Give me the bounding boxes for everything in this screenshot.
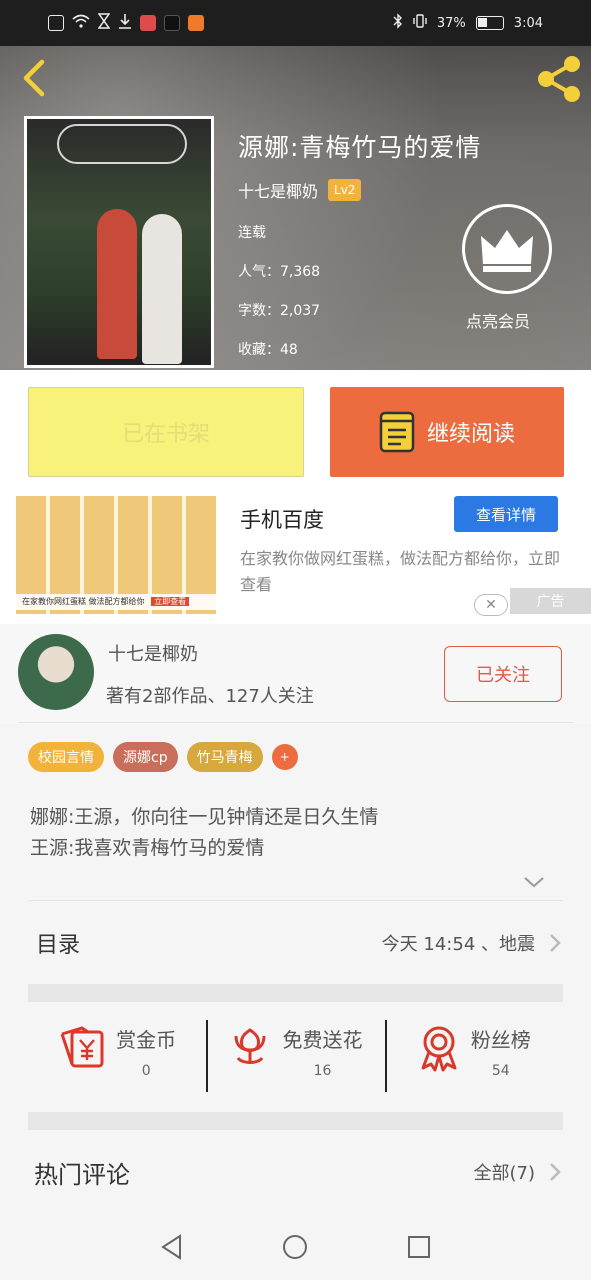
ad-close-button[interactable]: ✕	[474, 594, 508, 616]
ad-image-cta: 立即查看	[151, 597, 190, 606]
tiktok-app-icon	[164, 15, 180, 31]
in-shelf-button[interactable]: 已在书架	[28, 387, 304, 477]
recents-nav-icon[interactable]	[405, 1233, 433, 1261]
download-icon	[118, 13, 132, 33]
expand-synopsis-button[interactable]	[522, 872, 546, 892]
reward-coins-button[interactable]: 赏金币 0	[28, 1002, 206, 1112]
ad-title: 手机百度	[240, 508, 324, 532]
system-navigation-bar	[0, 1214, 591, 1280]
chevron-down-icon	[524, 877, 544, 888]
flower-icon	[234, 1028, 266, 1064]
ad-image-caption-text: 在家教你网红蛋糕 做法配方都给你	[22, 597, 145, 606]
book-title: 源娜:青梅竹马的爱情	[238, 133, 482, 162]
author-card-stats: 著有2部作品、127人关注	[106, 686, 314, 707]
battery-percent: 37%	[436, 15, 466, 31]
bluetooth-icon	[393, 13, 403, 33]
status-bar: 37% 3:04	[0, 0, 591, 46]
vip-label[interactable]: 点亮会员	[466, 308, 530, 332]
continue-reading-label: 继续阅读	[426, 422, 515, 447]
send-flowers-text: 免费送花 16	[282, 1024, 362, 1079]
add-tag-button[interactable]: +	[271, 744, 298, 770]
support-actions: 赏金币 0 免费送花 16 粉丝榜 54	[28, 1002, 563, 1112]
send-flowers-button[interactable]: 免费送花 16	[206, 1002, 384, 1112]
cover-image	[27, 119, 211, 365]
fan-ranking-button[interactable]: 粉丝榜 54	[384, 1002, 563, 1112]
ad-label: 广告	[510, 588, 591, 614]
vip-button[interactable]	[462, 204, 552, 294]
action-buttons: 已在书架 继续阅读	[0, 370, 591, 496]
alert-icon	[48, 15, 64, 31]
table-of-contents-row[interactable]: 目录 今天 14:54 、地震	[28, 902, 563, 984]
chevron-left-icon	[23, 59, 45, 97]
author-card: 十七是椰奶 著有2部作品、127人关注 已关注	[0, 624, 591, 724]
reward-coins-label: 赏金币	[116, 1028, 177, 1052]
reward-coins-text: 赏金币 0	[116, 1024, 176, 1079]
red-envelope-icon	[60, 1026, 104, 1068]
back-nav-icon[interactable]	[158, 1233, 186, 1261]
latest-chapter: 今天 14:54 、地震	[381, 934, 535, 955]
hot-comments-row[interactable]: 热门评论 全部(7)	[28, 1130, 563, 1214]
book-status: 连载	[238, 225, 266, 241]
book-popularity: 人气：7,368	[238, 264, 321, 280]
book-synopsis: 娜娜:王源，你向往一见钟情还是日久生情 王源:我喜欢青梅竹马的爱情	[30, 802, 378, 864]
fan-ranking-count: 54	[491, 1063, 510, 1079]
fan-ranking-text: 粉丝榜 54	[471, 1024, 531, 1079]
following-button[interactable]: 已关注	[444, 646, 562, 702]
author-level-badge: Lv2	[328, 179, 362, 201]
continue-reading-button[interactable]: 继续阅读	[330, 387, 564, 477]
author-card-name[interactable]: 十七是椰奶	[108, 640, 198, 666]
reward-coins-count: 0	[141, 1063, 151, 1079]
chevron-right-icon	[550, 934, 561, 952]
calendar-app-icon	[140, 15, 156, 31]
send-flowers-label: 免费送花	[282, 1028, 363, 1052]
fan-ranking-label: 粉丝榜	[470, 1028, 531, 1052]
book-word-count: 字数：2,037	[238, 303, 321, 319]
avatar[interactable]	[18, 634, 94, 710]
cover-figure-right	[142, 214, 182, 364]
status-icons-left	[48, 13, 204, 33]
book-author[interactable]: 十七是椰奶	[238, 178, 318, 202]
crown-icon	[481, 230, 533, 272]
chevron-right-icon	[550, 1163, 561, 1181]
cover-figure-left	[97, 209, 137, 359]
tag-chip[interactable]: 校园言情	[28, 742, 104, 772]
book-cover[interactable]	[24, 116, 214, 368]
book-icon	[379, 411, 415, 453]
home-nav-icon[interactable]	[281, 1233, 309, 1261]
cover-neon-sign	[57, 124, 187, 164]
tag-list: 校园言情 源娜cp 竹马青梅 +	[28, 742, 298, 772]
book-author-row: 十七是椰奶 Lv2	[238, 178, 362, 202]
synopsis-line: 娜娜:王源，你向往一见钟情还是日久生情	[30, 806, 379, 828]
send-flowers-count: 16	[313, 1063, 332, 1079]
hourglass-icon	[97, 13, 111, 33]
divider	[18, 722, 573, 723]
uc-browser-app-icon	[188, 15, 204, 31]
divider	[28, 900, 563, 901]
tag-chip[interactable]: 源娜cp	[113, 742, 178, 772]
section-separator	[28, 984, 563, 1002]
battery-icon	[475, 16, 504, 30]
wifi-icon	[72, 14, 90, 32]
medal-icon	[421, 1026, 457, 1072]
back-button[interactable]	[16, 56, 56, 100]
vibrate-icon	[413, 14, 427, 32]
ad-details-button[interactable]: 查看详情	[454, 496, 558, 532]
share-icon	[538, 56, 580, 102]
hot-comments-title: 热门评论	[34, 1160, 130, 1189]
book-favorites: 收藏：48	[238, 342, 298, 358]
ad-image-caption: 在家教你网红蛋糕 做法配方都给你 立即查看	[16, 594, 216, 610]
section-separator	[28, 1112, 563, 1130]
status-icons-right: 37% 3:04	[393, 13, 543, 33]
all-comments-link[interactable]: 全部(7)	[474, 1159, 536, 1185]
share-button[interactable]	[534, 54, 584, 104]
tag-chip[interactable]: 竹马青梅	[186, 742, 263, 772]
synopsis-line: 王源:我喜欢青梅竹马的爱情	[30, 837, 265, 859]
clock: 3:04	[513, 15, 543, 31]
book-header: 37% 3:04 源娜:青梅竹马的爱情 十七是椰奶 Lv2 连载 人气：7,36…	[0, 0, 591, 370]
toc-label: 目录	[36, 933, 81, 958]
ad-banner[interactable]: 在家教你网红蛋糕 做法配方都给你 立即查看 手机百度 查看详情 在家教你做网红蛋…	[0, 496, 591, 624]
